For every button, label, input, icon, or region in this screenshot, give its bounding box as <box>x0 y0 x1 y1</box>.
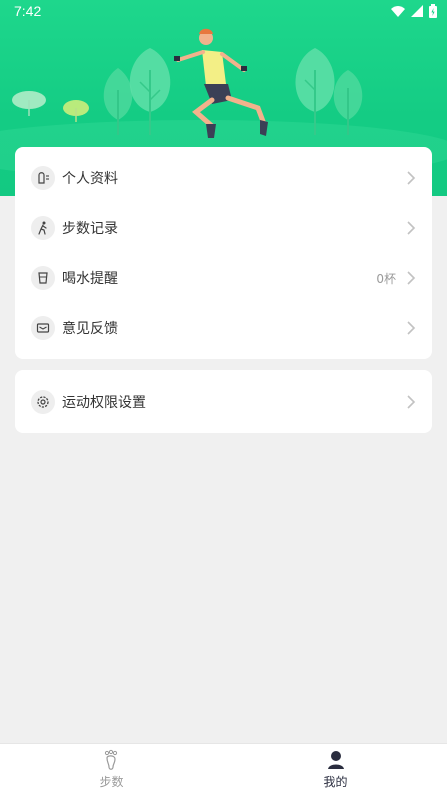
gear-icon <box>37 396 49 408</box>
menu-item-label: 喝水提醒 <box>62 271 118 287</box>
person-icon <box>327 751 344 769</box>
footprint-icon <box>104 749 117 770</box>
status-bar: 7:42 <box>0 0 447 22</box>
chevron-right-icon <box>407 395 416 409</box>
menu-card-primary: 个人资料 步数记录 喝水提醒 0杯 意见反馈 <box>15 147 432 359</box>
signal-icon <box>411 5 423 17</box>
chevron-right-icon <box>407 271 416 285</box>
menu-item-water-reminder[interactable]: 喝水提醒 0杯 <box>15 253 432 303</box>
mail-icon <box>36 323 50 333</box>
status-time: 7:42 <box>14 3 42 19</box>
menu-item-sport-permission[interactable]: 运动权限设置 <box>15 377 432 427</box>
chevron-right-icon <box>407 221 416 235</box>
profile-icon <box>38 172 49 184</box>
bottom-tab-bar: 步数 我的 <box>0 743 447 793</box>
tab-label: 步数 <box>99 775 124 789</box>
menu-item-label: 个人资料 <box>62 171 118 187</box>
tab-steps[interactable]: 步数 <box>0 744 223 793</box>
menu-item-feedback[interactable]: 意见反馈 <box>15 303 432 353</box>
menu-item-profile[interactable]: 个人资料 <box>15 153 432 203</box>
menu-card-settings: 运动权限设置 <box>15 370 432 433</box>
chevron-right-icon <box>407 171 416 185</box>
battery-icon <box>429 4 437 18</box>
cup-icon <box>38 272 48 284</box>
tab-mine[interactable]: 我的 <box>224 744 447 793</box>
menu-item-label: 步数记录 <box>62 221 118 237</box>
tab-label: 我的 <box>323 775 348 789</box>
menu-item-step-records[interactable]: 步数记录 <box>15 203 432 253</box>
menu-item-label: 运动权限设置 <box>62 395 146 411</box>
water-count-value: 0杯 <box>376 271 396 286</box>
wifi-icon <box>391 6 405 17</box>
chevron-right-icon <box>407 321 416 335</box>
menu-item-label: 意见反馈 <box>62 321 118 337</box>
walk-icon <box>38 221 47 235</box>
